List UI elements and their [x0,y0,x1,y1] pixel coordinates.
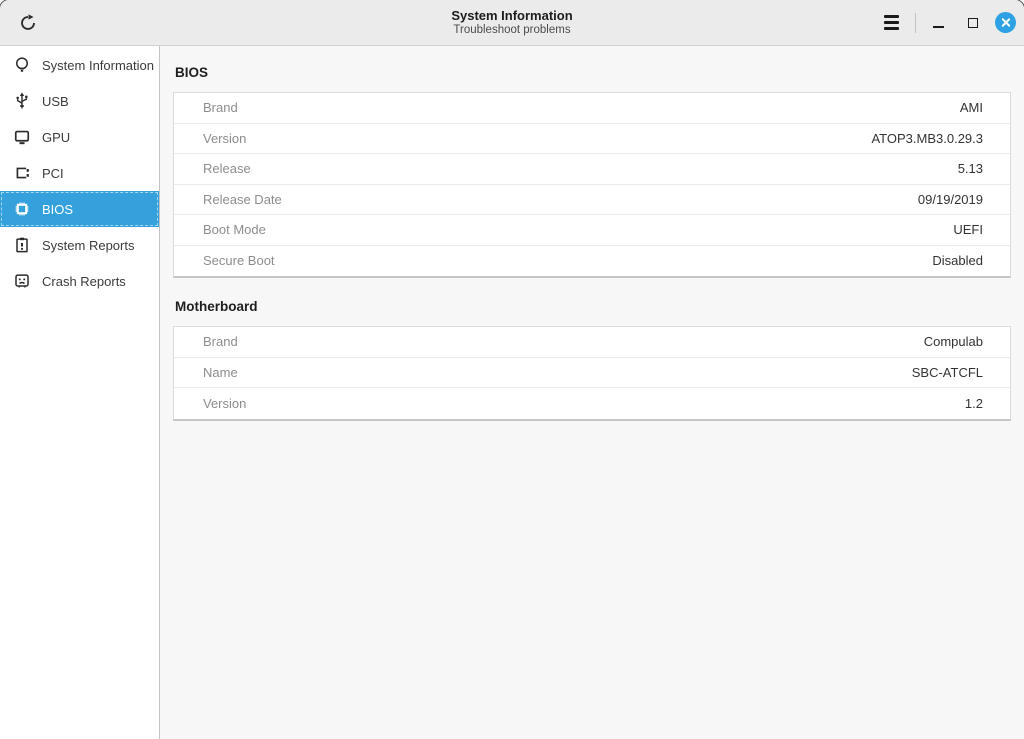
maximize-icon [968,18,978,28]
sidebar-item-gpu[interactable]: GPU [0,119,159,155]
lightbulb-icon [12,55,32,75]
row-value: UEFI [953,222,983,237]
sidebar-item-label: USB [42,94,69,109]
sidebar-item-bios[interactable]: BIOS [0,191,159,227]
maximize-button[interactable] [960,10,986,36]
sidebar-item-system-information[interactable]: System Information [0,47,159,83]
row-label: Release [203,161,251,176]
pci-card-icon [12,163,32,183]
monitor-icon [12,127,32,147]
row-value: Compulab [924,334,983,349]
table-row: Secure Boot Disabled [174,246,1010,277]
sidebar-item-label: System Information [42,58,154,73]
refresh-icon [18,13,38,33]
main-area: System Information USB [0,46,1024,739]
header-bar: System Information Troubleshoot problems [0,0,1024,46]
section-title-bios: BIOS [175,65,1011,80]
sidebar-item-label: GPU [42,130,70,145]
sidebar-item-label: BIOS [42,202,73,217]
window-title: System Information [451,8,572,23]
usb-icon [12,91,32,111]
row-value: 09/19/2019 [918,192,983,207]
minimize-icon [933,26,944,28]
window-title-block: System Information Troubleshoot problems [0,0,1024,45]
row-label: Brand [203,100,238,115]
sidebar-item-label: Crash Reports [42,274,126,289]
window-controls [876,8,1016,38]
table-row: Release Date 09/19/2019 [174,185,1010,216]
content-panel: BIOS Brand AMI Version ATOP3.MB3.0.29.3 … [160,46,1024,739]
row-value: Disabled [932,253,983,268]
row-value: 5.13 [958,161,983,176]
table-row: Brand AMI [174,93,1010,124]
clipboard-alert-icon [12,235,32,255]
row-label: Version [203,131,246,146]
close-button[interactable] [995,12,1016,33]
controls-divider [915,13,916,33]
row-label: Brand [203,334,238,349]
refresh-button[interactable] [14,9,42,37]
row-value: SBC-ATCFL [912,365,983,380]
table-row: Version ATOP3.MB3.0.29.3 [174,124,1010,155]
hamburger-icon [884,15,899,17]
bios-table: Brand AMI Version ATOP3.MB3.0.29.3 Relea… [173,92,1011,278]
sidebar-item-label: System Reports [42,238,134,253]
sidebar-item-pci[interactable]: PCI [0,155,159,191]
table-row: Name SBC-ATCFL [174,358,1010,389]
row-label: Secure Boot [203,253,275,268]
minimize-button[interactable] [925,10,951,36]
crash-face-icon [12,271,32,291]
row-label: Release Date [203,192,282,207]
app-window: System Information Troubleshoot problems [0,0,1024,739]
sidebar-item-system-reports[interactable]: System Reports [0,227,159,263]
row-value: ATOP3.MB3.0.29.3 [871,131,983,146]
menu-button[interactable] [876,8,906,38]
row-label: Version [203,396,246,411]
chip-icon [12,199,32,219]
table-row: Brand Compulab [174,327,1010,358]
motherboard-table: Brand Compulab Name SBC-ATCFL Version 1.… [173,326,1011,421]
row-label: Boot Mode [203,222,266,237]
row-label: Name [203,365,238,380]
sidebar-item-crash-reports[interactable]: Crash Reports [0,263,159,299]
sidebar: System Information USB [0,46,160,739]
close-icon [1000,17,1011,28]
row-value: AMI [960,100,983,115]
sidebar-item-usb[interactable]: USB [0,83,159,119]
table-row: Version 1.2 [174,388,1010,419]
table-row: Boot Mode UEFI [174,215,1010,246]
window-subtitle: Troubleshoot problems [453,23,570,37]
table-row: Release 5.13 [174,154,1010,185]
row-value: 1.2 [965,396,983,411]
section-title-motherboard: Motherboard [175,299,1011,314]
sidebar-item-label: PCI [42,166,64,181]
